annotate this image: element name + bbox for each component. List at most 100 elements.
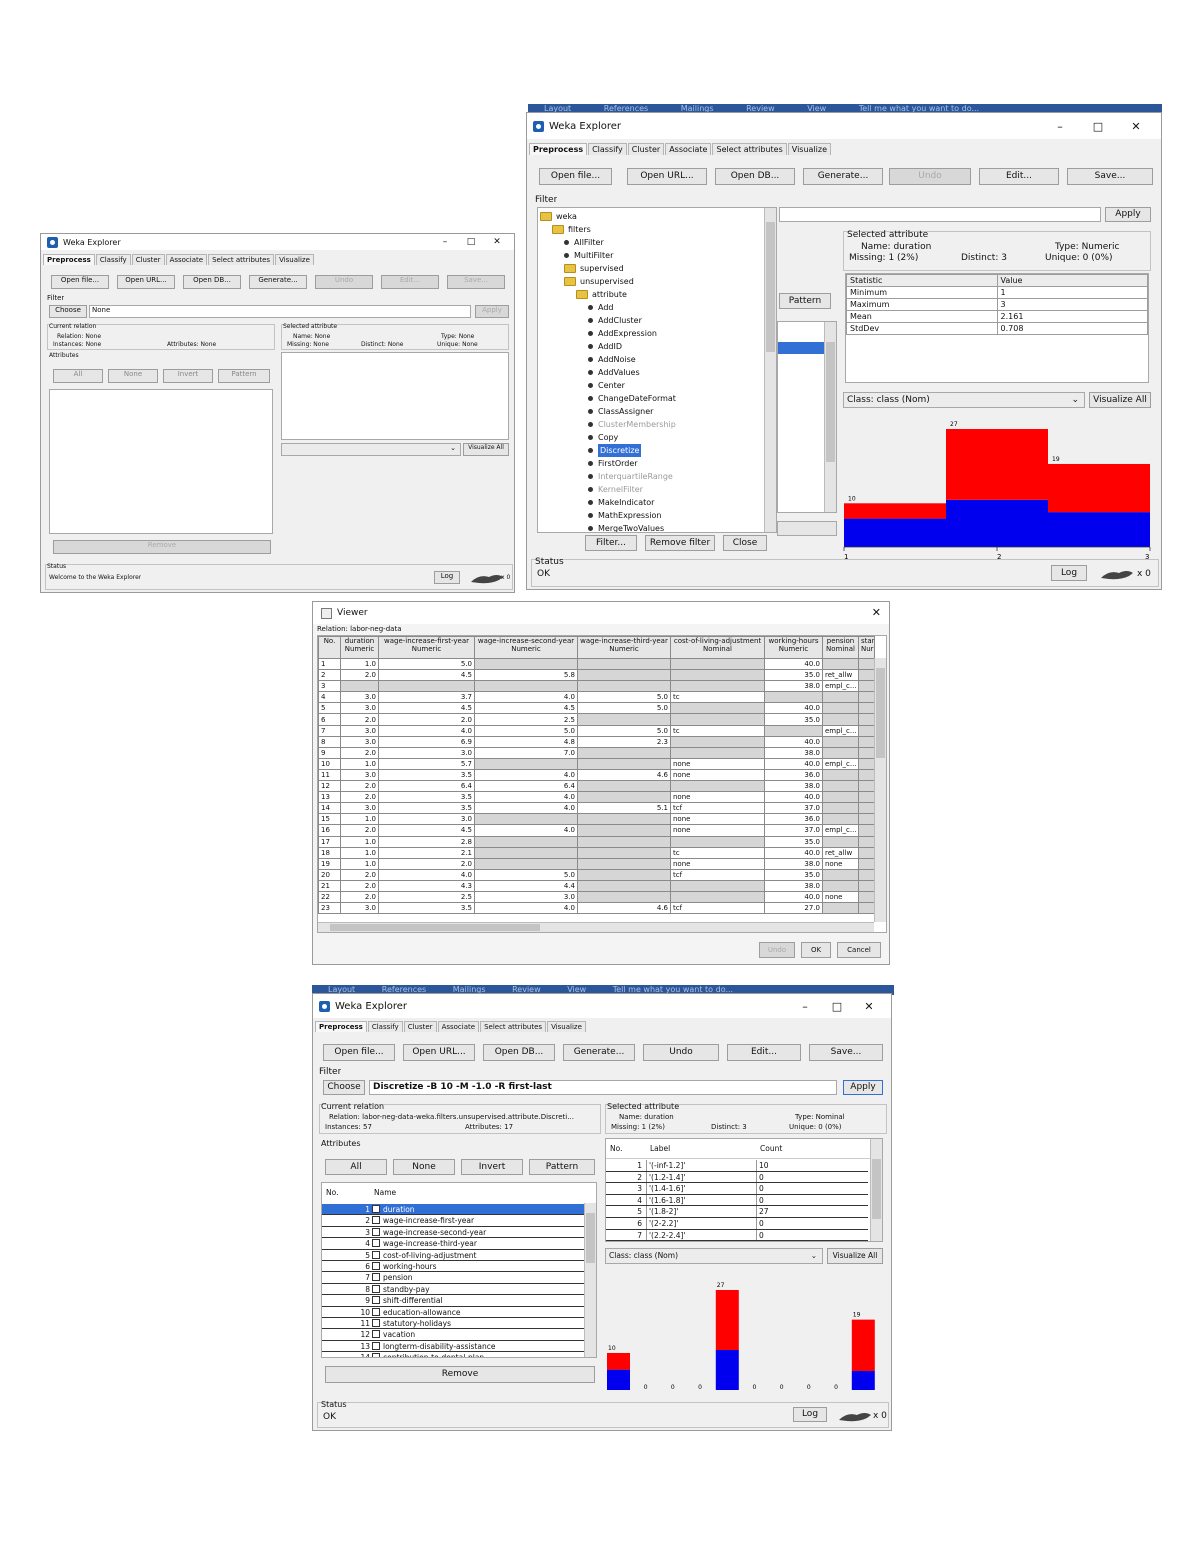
tab-cluster[interactable]: Cluster: [131, 254, 165, 265]
grid-cell[interactable]: [858, 691, 875, 704]
tree-node[interactable]: supervised: [540, 262, 762, 275]
grid-cell[interactable]: [577, 780, 671, 793]
grid-cell[interactable]: [577, 791, 671, 804]
grid-cell[interactable]: 27.0: [764, 902, 823, 915]
tab-preprocess[interactable]: Preprocess: [315, 1021, 367, 1032]
grid-cell[interactable]: 38.0: [764, 879, 823, 892]
grid-cell[interactable]: 14: [318, 802, 341, 815]
grid-cell[interactable]: 40.0: [764, 846, 823, 859]
tree-node[interactable]: AddValues: [540, 366, 762, 379]
table-row[interactable]: 3 38.0 empl_c...: [318, 680, 875, 693]
grid-cell[interactable]: [577, 879, 671, 892]
grid-cell[interactable]: 38.0: [764, 746, 823, 759]
maximize-icon[interactable]: □: [821, 1000, 853, 1013]
grid-cell[interactable]: 5.0: [577, 702, 671, 715]
grid-cell[interactable]: [858, 746, 875, 759]
table-row[interactable]: 7 '(2.2-2.4]' 0: [606, 1229, 868, 1241]
list-item[interactable]: 3 wage-increase-second-year: [322, 1227, 584, 1239]
table-row[interactable]: 9 2.0 3.0 7.0 38.0: [318, 746, 875, 759]
grid-cell[interactable]: 5.0: [577, 724, 671, 737]
grid-cell[interactable]: [858, 768, 875, 782]
table-row[interactable]: 16 2.0 4.5 4.0 none 37.0 empl_c...: [318, 824, 875, 837]
grid-cell[interactable]: [858, 757, 875, 770]
tree-close-button[interactable]: Close: [723, 535, 767, 551]
grid-cell[interactable]: empl_c...: [822, 724, 859, 737]
grid-cell[interactable]: 35.0: [764, 669, 823, 682]
grid-cell[interactable]: 3.0: [340, 902, 379, 915]
grid-cell[interactable]: 40.0: [764, 735, 823, 748]
grid-cell[interactable]: 3.0: [340, 724, 379, 737]
open-url-button[interactable]: Open URL...: [117, 275, 175, 289]
list-item[interactable]: 7 pension: [322, 1272, 584, 1284]
attr-checkbox[interactable]: [372, 1205, 380, 1213]
open-db-button[interactable]: Open DB...: [715, 168, 795, 185]
grid-cell[interactable]: 3.5: [378, 902, 475, 915]
grid-cell[interactable]: 2.0: [340, 879, 379, 892]
grid-cell[interactable]: 12: [318, 780, 341, 793]
undo-button[interactable]: Undo: [643, 1044, 719, 1061]
class-select[interactable]: ⌄: [281, 443, 461, 456]
open-db-button[interactable]: Open DB...: [183, 275, 241, 289]
undo-button[interactable]: Undo: [759, 942, 795, 958]
grid-cell[interactable]: [858, 824, 875, 837]
grid-cell[interactable]: [858, 846, 875, 859]
table-row[interactable]: 17 1.0 2.8 35.0: [318, 835, 875, 848]
tab-select-attributes[interactable]: Select attributes: [480, 1021, 547, 1032]
tree-node[interactable]: Copy: [540, 431, 762, 444]
grid-cell[interactable]: 3.0: [340, 691, 379, 704]
grid-column-header[interactable]: pension Nominal: [822, 636, 859, 659]
grid-cell[interactable]: [577, 890, 671, 904]
tab-select-attributes[interactable]: Select attributes: [712, 143, 787, 155]
filter-button[interactable]: Filter...: [585, 535, 637, 551]
grid-cell[interactable]: [340, 680, 379, 693]
grid-cell[interactable]: none: [670, 768, 765, 782]
tree-scrollbar[interactable]: [764, 208, 776, 532]
grid-horizontal-scrollbar[interactable]: [318, 922, 874, 932]
grid-cell[interactable]: none: [670, 791, 765, 804]
grid-cell[interactable]: 4.0: [474, 824, 578, 837]
filter-tree-popup[interactable]: weka filters AllFilter MultiFilter supervise…: [537, 207, 777, 533]
grid-cell[interactable]: tc: [670, 724, 765, 737]
grid-cell[interactable]: ret_allw: [822, 669, 859, 682]
class-select[interactable]: Class: class (Nom) ⌄: [605, 1248, 823, 1264]
grid-cell[interactable]: tcf: [670, 902, 765, 915]
grid-cell[interactable]: empl_c...: [822, 680, 859, 693]
generate-button[interactable]: Generate...: [803, 168, 883, 185]
apply-button[interactable]: Apply: [475, 305, 509, 318]
grid-cell[interactable]: [577, 746, 671, 759]
grid-cell[interactable]: 13: [318, 791, 341, 804]
choose-button[interactable]: Choose: [49, 305, 87, 318]
table-row[interactable]: 4 3.0 3.7 4.0 5.0 tc: [318, 691, 875, 704]
grid-cell[interactable]: 40.0: [764, 757, 823, 770]
grid-cell[interactable]: 3.5: [378, 768, 475, 782]
grid-cell[interactable]: 3.5: [378, 791, 475, 804]
grid-cell[interactable]: [474, 757, 578, 770]
grid-cell[interactable]: 38.0: [764, 780, 823, 793]
grid-cell[interactable]: [822, 868, 859, 881]
grid-cell[interactable]: [577, 669, 671, 682]
attributes-scrollbar[interactable]: [584, 1203, 596, 1357]
table-row[interactable]: 6 2.0 2.0 2.5 35.0: [318, 713, 875, 726]
grid-cell[interactable]: [822, 802, 859, 815]
attributes-list-partial[interactable]: [777, 321, 837, 513]
edit-button[interactable]: Edit...: [979, 168, 1059, 185]
grid-cell[interactable]: empl_c...: [822, 757, 859, 770]
undo-button[interactable]: Undo: [889, 168, 971, 185]
grid-cell[interactable]: 2.5: [378, 890, 475, 904]
edit-button[interactable]: Edit...: [381, 275, 439, 289]
table-row[interactable]: 5 '(1.8-2]' 27: [606, 1206, 868, 1218]
grid-cell[interactable]: [670, 669, 765, 682]
grid-cell[interactable]: [822, 835, 859, 848]
grid-cell[interactable]: 21: [318, 879, 341, 892]
grid-cell[interactable]: 2.0: [340, 791, 379, 804]
generate-button[interactable]: Generate...: [249, 275, 307, 289]
grid-cell[interactable]: [670, 680, 765, 693]
grid-cell[interactable]: 4.0: [378, 868, 475, 881]
tree-node[interactable]: MultiFilter: [540, 249, 762, 262]
tree-node[interactable]: unsupervised: [540, 275, 762, 288]
attr-checkbox[interactable]: [372, 1307, 380, 1316]
tab-classify[interactable]: Classify: [588, 143, 627, 155]
grid-cell[interactable]: 5.1: [577, 802, 671, 815]
grid-cell[interactable]: 5.8: [474, 669, 578, 682]
table-row[interactable]: 11 3.0 3.5 4.0 4.6 none 36.0: [318, 768, 875, 782]
